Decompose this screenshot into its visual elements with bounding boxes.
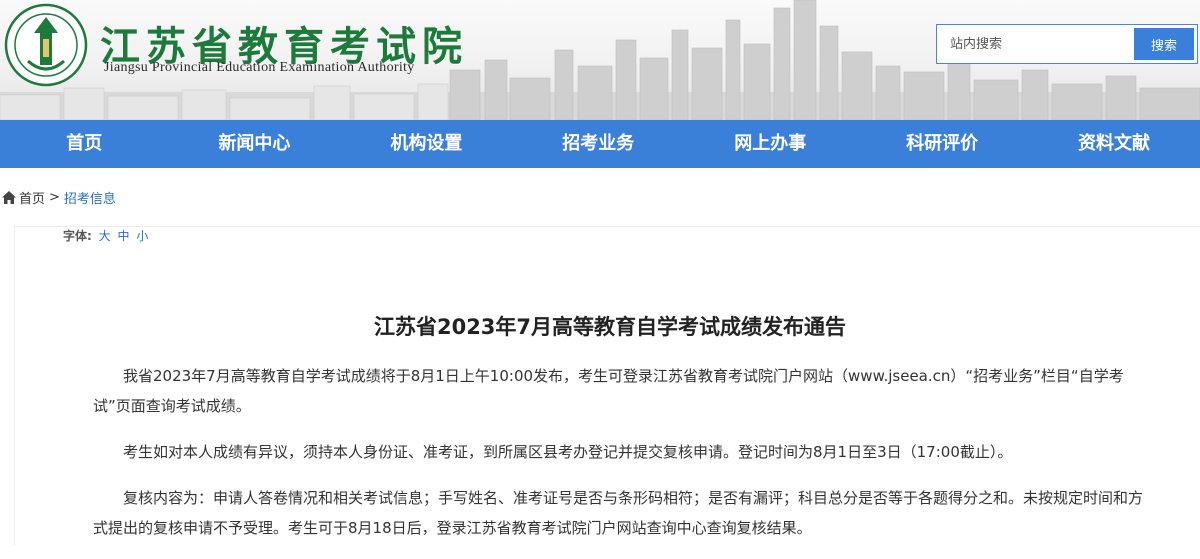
search-button[interactable]: 搜索	[1134, 28, 1194, 60]
breadcrumb-separator: >	[49, 189, 60, 205]
article-paragraph: 复核内容为：申请人答卷情况和相关考试信息；手写姓名、准考证号是否与条形码相符；是…	[93, 489, 1144, 537]
article-paragraph: 考生如对本人成绩有异议，须持本人身份证、准考证，到所属区县考办登记并提交复核申请…	[123, 443, 1013, 461]
breadcrumb-home-link[interactable]: 首页	[19, 188, 45, 207]
nav-item-documents[interactable]: 资料文献	[1028, 120, 1200, 168]
site-name-english: Jiangsu Provincial Education Examination…	[104, 60, 415, 75]
search-input[interactable]	[940, 28, 1134, 60]
breadcrumb: 首页 > 招考信息	[0, 168, 1200, 226]
nav-item-home[interactable]: 首页	[0, 120, 168, 168]
article-panel: 字体: 大 中 小 江苏省2023年7月高等教育自学考试成绩发布通告 我省202…	[14, 226, 1200, 545]
font-size-small[interactable]: 小	[136, 229, 148, 243]
nav-item-online-services[interactable]: 网上办事	[684, 120, 856, 168]
font-size-switcher: 字体: 大 中 小	[63, 227, 148, 244]
search-box: 搜索	[936, 24, 1198, 64]
header-banner: 江苏省教育考试院 Jiangsu Provincial Education Ex…	[0, 0, 1200, 120]
article-paragraph: 我省2023年7月高等教育自学考试成绩将于8月1日上午10:00发布，考生可登录…	[93, 367, 1124, 415]
font-size-medium[interactable]: 中	[117, 229, 129, 243]
main-nav: 首页 新闻中心 机构设置 招考业务 网上办事 科研评价 资料文献	[0, 120, 1200, 168]
nav-item-exam-services[interactable]: 招考业务	[512, 120, 684, 168]
article-body: 我省2023年7月高等教育自学考试成绩将于8月1日上午10:00发布，考生可登录…	[93, 361, 1153, 559]
nav-item-organization[interactable]: 机构设置	[340, 120, 512, 168]
article-title: 江苏省2023年7月高等教育自学考试成绩发布通告	[373, 315, 847, 339]
font-size-large[interactable]: 大	[99, 229, 111, 243]
exam-authority-logo	[4, 3, 88, 87]
breadcrumb-current-link[interactable]: 招考信息	[64, 188, 116, 207]
nav-item-research[interactable]: 科研评价	[856, 120, 1028, 168]
home-icon	[2, 190, 16, 204]
nav-item-news[interactable]: 新闻中心	[168, 120, 340, 168]
font-size-label: 字体:	[63, 229, 92, 243]
